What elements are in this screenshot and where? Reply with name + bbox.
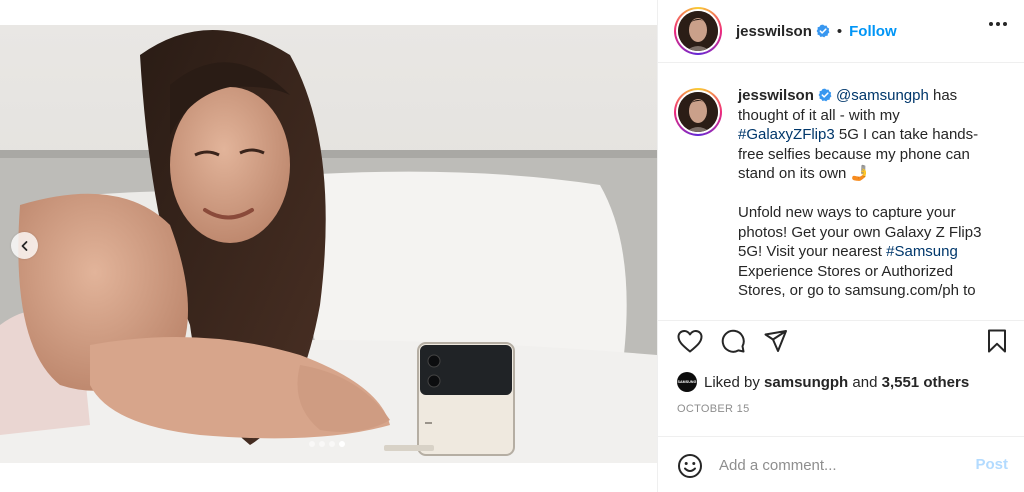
bookmark-icon[interactable] xyxy=(986,328,1008,354)
comment-icon[interactable] xyxy=(720,328,746,354)
caption-scroll[interactable]: jesswilson @samsungph has thought of it … xyxy=(658,64,1024,320)
avatar-image xyxy=(678,11,718,51)
carousel-prev-button[interactable] xyxy=(11,232,38,259)
divider xyxy=(658,320,1024,321)
avatar-frame xyxy=(676,9,720,53)
caption-paragraph: Unfold new ways to capture your photos! … xyxy=(738,203,998,301)
hashtag-link[interactable]: #Samsung xyxy=(886,243,958,260)
carousel-dot xyxy=(319,441,325,447)
post-media xyxy=(0,0,657,492)
carousel-indicator xyxy=(309,441,345,447)
avatar-frame xyxy=(676,90,720,134)
carousel-dot xyxy=(309,441,315,447)
post-header: jesswilson • Follow xyxy=(658,0,1024,63)
caption-segment: Experience Stores or Authorized Stores, … xyxy=(738,262,976,300)
avatar-image xyxy=(678,92,718,132)
author-avatar[interactable] xyxy=(674,7,722,55)
post-comment-button[interactable]: Post xyxy=(975,456,1008,473)
caption-text: jesswilson @samsungph has thought of it … xyxy=(738,86,998,301)
liker-avatar-logo: SAMSUNG xyxy=(677,380,697,384)
action-bar xyxy=(658,325,1024,359)
separator-dot: • xyxy=(836,22,843,40)
caption-username[interactable]: jesswilson xyxy=(738,87,814,104)
hashtag-link[interactable]: #GalaxyZFlip3 xyxy=(738,126,835,143)
post-date[interactable]: OCTOBER 15 xyxy=(677,403,750,415)
smiley-icon[interactable] xyxy=(677,453,703,479)
chevron-left-icon xyxy=(21,240,27,251)
comment-bar: Post xyxy=(658,436,1024,492)
liker-avatar[interactable]: SAMSUNG xyxy=(677,372,697,392)
liker-username[interactable]: samsungph xyxy=(764,374,848,391)
post-photo xyxy=(0,25,657,463)
heart-icon[interactable] xyxy=(676,328,704,354)
likes-others-link[interactable]: 3,551 others xyxy=(882,374,970,391)
carousel-dot xyxy=(329,441,335,447)
verified-badge-icon xyxy=(818,88,832,102)
verified-badge-icon xyxy=(816,24,830,38)
author-username[interactable]: jesswilson xyxy=(736,23,812,40)
mention-link[interactable]: @samsungph xyxy=(836,87,929,104)
post-sidebar: jesswilson • Follow jesswilson @samsungp… xyxy=(657,0,1024,492)
carousel-dot-active xyxy=(339,441,345,447)
caption-comment: jesswilson @samsungph has thought of it … xyxy=(674,86,1009,301)
likes-summary: SAMSUNG Liked by samsungph and 3,551 oth… xyxy=(677,372,969,392)
follow-button[interactable]: Follow xyxy=(849,23,897,40)
caption-author-avatar[interactable] xyxy=(674,88,722,136)
likes-middle: and xyxy=(848,373,882,391)
likes-prefix: Liked by xyxy=(704,373,760,391)
ellipsis-icon[interactable] xyxy=(989,22,1007,26)
paper-plane-icon[interactable] xyxy=(763,328,789,354)
comment-input[interactable] xyxy=(719,454,959,476)
